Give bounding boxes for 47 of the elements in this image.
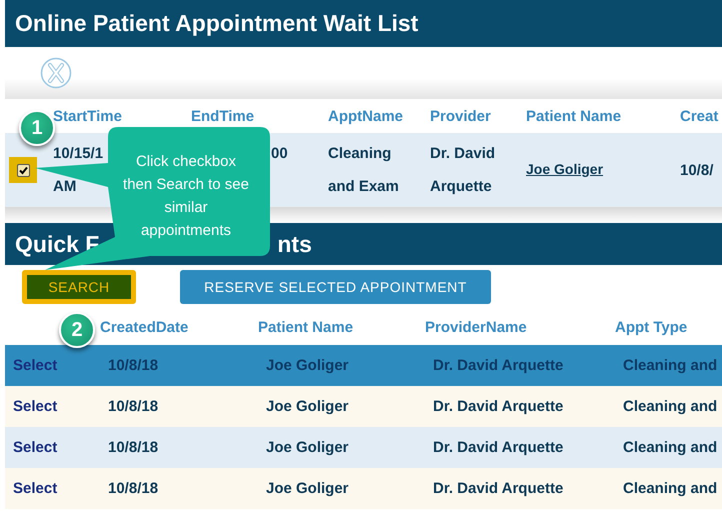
search-button[interactable]: SEARCH <box>22 270 136 304</box>
patient-link[interactable]: Joe Goliger <box>526 161 604 177</box>
column-header: Creat <box>680 108 718 124</box>
table-row[interactable]: Select 10/8/18 Joe Goliger Dr. David Arquette Cleaning and <box>5 386 722 427</box>
table-row[interactable]: Select 10/8/18 Joe Goliger Dr. David Arquette Cleaning and <box>5 427 722 468</box>
table-cell-text: 10/8/18 <box>108 438 158 458</box>
table-cell-text: 10/8/18 <box>108 356 158 376</box>
select-link[interactable]: Select <box>13 431 58 464</box>
section-title: nts <box>277 230 312 258</box>
column-header: ApptName <box>328 108 404 124</box>
column-header: Appt Type <box>615 318 688 336</box>
table-cell-text: 10/8/18 <box>108 479 158 499</box>
table-cell-text: Cleaning and <box>623 479 718 499</box>
table-cell-text: Dr. David Arquette <box>433 397 564 417</box>
table-cell: Cleaning <box>328 145 392 162</box>
table-cell-text: Joe Goliger <box>266 479 349 499</box>
column-header: Patient Name <box>258 318 354 336</box>
table-cell-text: Cleaning and <box>623 356 718 376</box>
table-cell: Dr. David <box>430 145 496 162</box>
row-checkbox[interactable] <box>16 164 30 176</box>
column-header: StartTime <box>53 108 122 124</box>
column-header: ProviderName <box>425 318 527 336</box>
column-header: Provider <box>430 108 491 124</box>
callout-text: Click checkbox then Search to see similar appointments <box>122 152 250 241</box>
table-cell-text: Dr. David Arquette <box>433 479 564 499</box>
table-cell: AM <box>53 178 76 195</box>
page-title: Online Patient Appointment Wait List <box>15 10 418 37</box>
table-cell-text: Cleaning and <box>623 397 718 417</box>
reserve-button[interactable]: RESERVE SELECTED APPOINTMENT <box>180 270 491 304</box>
table-cell-text: Joe Goliger <box>266 438 349 458</box>
table-cell: Arquette <box>430 178 492 195</box>
table-cell: 10/15/1 <box>53 145 104 162</box>
table-cell-text: 10/8/18 <box>108 397 158 417</box>
table-cell-text: Dr. David Arquette <box>433 438 564 458</box>
column-header: Patient Name <box>526 108 622 124</box>
table-cell: and Exam <box>328 178 399 195</box>
select-link[interactable]: Select <box>13 390 58 423</box>
table-row[interactable]: Select 10/8/18 Joe Goliger Dr. David Arquette Cleaning and <box>5 468 722 509</box>
column-header: EndTime <box>191 108 254 124</box>
column-header: CreatedDate <box>100 318 188 336</box>
table-cell-text: Joe Goliger <box>266 356 349 376</box>
table-cell-text: Joe Goliger <box>266 397 349 417</box>
table-cell-text: 10/8/ <box>680 160 714 180</box>
table-cell-text: Cleaning and <box>623 438 718 458</box>
select-link[interactable]: Select <box>13 472 58 505</box>
table-cell-text: 00 <box>271 144 288 164</box>
table-cell-text: Dr. David Arquette <box>433 356 564 376</box>
